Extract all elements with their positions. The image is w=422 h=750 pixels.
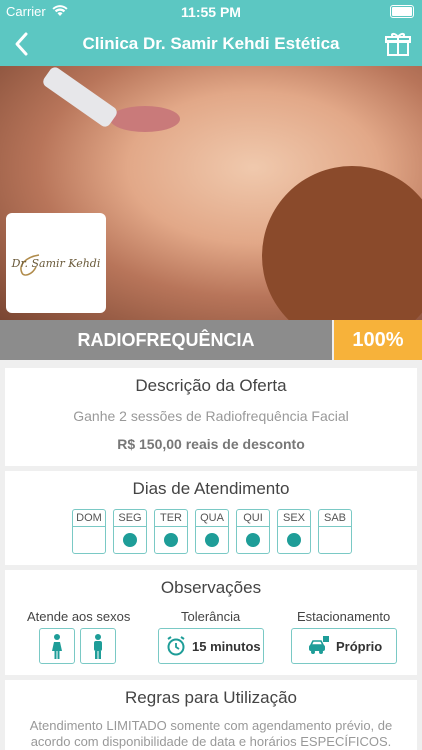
day-active-dot bbox=[164, 533, 178, 547]
tolerance-label: Tolerância bbox=[181, 609, 241, 624]
usage-rules-text: Atendimento LIMITADO somente com agendam… bbox=[29, 718, 393, 749]
day-sex: SEX bbox=[277, 509, 311, 554]
day-label: QUA bbox=[196, 512, 228, 527]
clock: 11:55 PM bbox=[181, 4, 241, 20]
day-active-dot bbox=[246, 533, 260, 547]
navigation-bar: Clinica Dr. Samir Kehdi Estética bbox=[0, 22, 422, 66]
hero-hair-shape bbox=[262, 166, 422, 320]
hero-lip-shape bbox=[110, 106, 180, 132]
clinic-logo: Dr. Samir Kehdi bbox=[6, 213, 106, 313]
female-icon bbox=[52, 634, 62, 659]
male-button bbox=[80, 628, 116, 664]
description-line-1: Ganhe 2 sessões de Radiofrequência Facia… bbox=[73, 408, 349, 424]
observations-title: Observações bbox=[160, 578, 262, 597]
logo-text: Dr. Samir Kehdi bbox=[11, 257, 101, 270]
discount-percent-badge: 100% bbox=[334, 320, 422, 360]
service-days-title: Dias de Atendimento bbox=[132, 479, 290, 498]
day-qua: QUA bbox=[195, 509, 229, 554]
observations-card: Observações Atende aos sexos Tolerância … bbox=[5, 570, 417, 675]
day-label: SEG bbox=[114, 512, 146, 527]
day-label: DOM bbox=[73, 512, 105, 527]
day-qui: QUI bbox=[236, 509, 270, 554]
description-card: Descrição da Oferta Ganhe 2 sessões de R… bbox=[5, 368, 417, 466]
offer-name: RADIOFREQUÊNCIA bbox=[0, 320, 332, 360]
day-sab: SAB bbox=[318, 509, 352, 554]
hero-device-shape bbox=[40, 66, 120, 129]
parking-value: Próprio bbox=[336, 639, 383, 654]
gift-icon[interactable] bbox=[384, 30, 412, 58]
tolerance-value: 15 minutos bbox=[192, 639, 261, 654]
sexes-label: Atende aos sexos bbox=[27, 609, 131, 624]
day-active-dot bbox=[205, 533, 219, 547]
day-label: SEX bbox=[278, 512, 310, 527]
female-button bbox=[39, 628, 75, 664]
description-line-2: R$ 150,00 reais de desconto bbox=[117, 436, 305, 452]
day-ter: TER bbox=[154, 509, 188, 554]
parking-pill: Próprio bbox=[291, 628, 397, 664]
usage-rules-title: Regras para Utilização bbox=[125, 688, 297, 707]
day-label: QUI bbox=[237, 512, 269, 527]
parking-label: Estacionamento bbox=[297, 609, 391, 624]
usage-rules-card: Regras para Utilização Atendimento LIMIT… bbox=[5, 680, 417, 750]
day-label: SAB bbox=[319, 512, 351, 527]
tolerance-pill: 15 minutos bbox=[158, 628, 264, 664]
page-title: Clinica Dr. Samir Kehdi Estética bbox=[82, 34, 340, 53]
service-days-card: Dias de Atendimento DOM SEG TER QUA QUI … bbox=[5, 471, 417, 565]
offer-bar: RADIOFREQUÊNCIA 100% bbox=[0, 320, 422, 360]
car-parking-icon bbox=[309, 636, 329, 654]
day-label: TER bbox=[155, 512, 187, 527]
day-active-dot bbox=[287, 533, 301, 547]
days-row: DOM SEG TER QUA QUI SEX SAB bbox=[72, 509, 352, 554]
day-active-dot bbox=[123, 533, 137, 547]
battery-icon bbox=[390, 5, 414, 18]
day-seg: SEG bbox=[113, 509, 147, 554]
description-title: Descrição da Oferta bbox=[135, 376, 287, 395]
day-dom: DOM bbox=[72, 509, 106, 554]
status-bar: Carrier 11:55 PM bbox=[0, 0, 422, 22]
male-icon bbox=[94, 634, 102, 659]
alarm-clock-icon bbox=[167, 636, 185, 656]
